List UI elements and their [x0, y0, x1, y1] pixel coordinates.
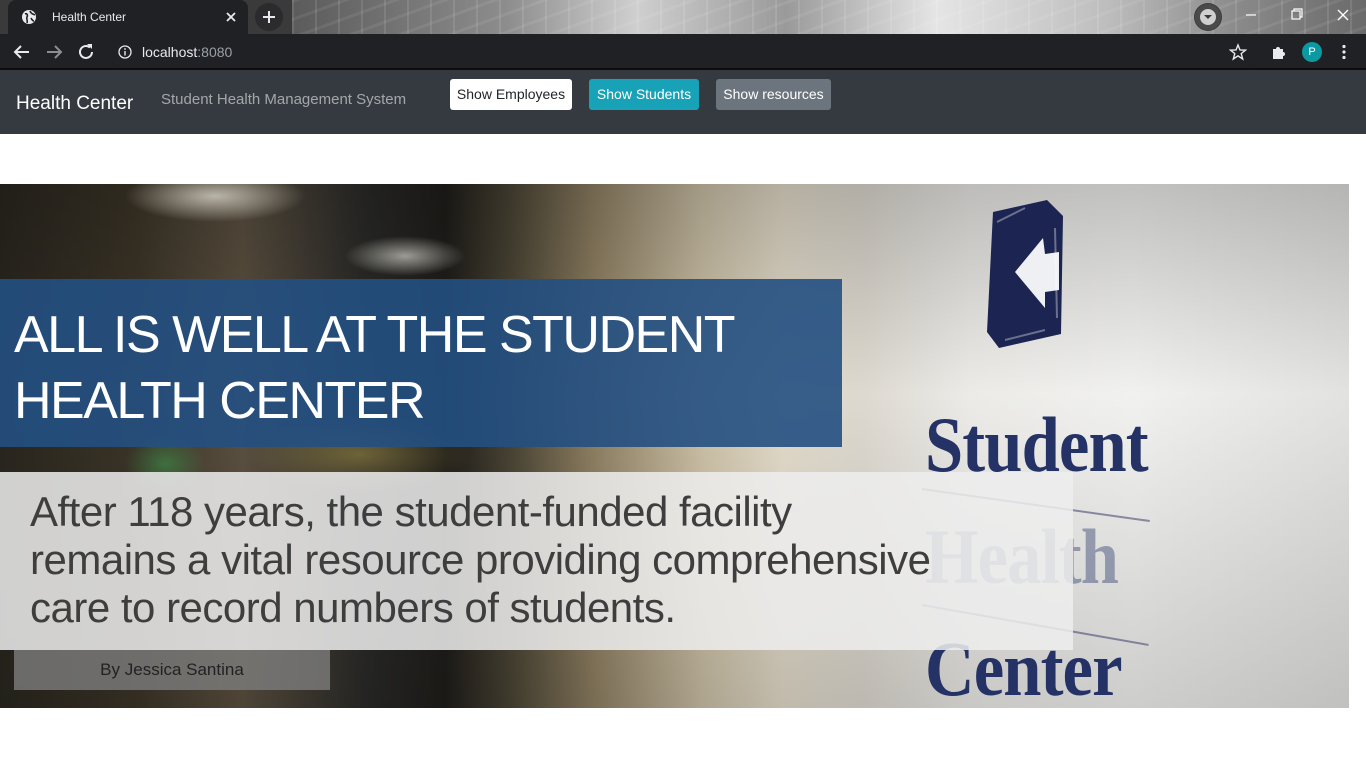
subhead-line: remains a vital resource providing compr… [30, 536, 931, 583]
back-arrow-icon[interactable] [9, 39, 35, 65]
extensions-puzzle-icon[interactable] [1270, 43, 1288, 61]
tab-title: Health Center [52, 10, 127, 24]
browser-titlebar: Health Center [0, 0, 1366, 34]
url-text: localhost:8080 [142, 44, 232, 60]
show-resources-button[interactable]: Show resources [716, 79, 831, 110]
subhead-line: care to record numbers of students. [30, 584, 676, 631]
new-tab-icon[interactable] [255, 3, 283, 31]
site-info-icon[interactable] [118, 45, 132, 59]
hero-subheadline: After 118 years, the student-funded faci… [30, 488, 1070, 632]
minimize-icon[interactable] [1228, 0, 1274, 30]
browser-toolbar: localhost:8080 P [0, 34, 1366, 70]
bookmark-star-icon[interactable] [1229, 43, 1247, 61]
navbar-brand[interactable]: Health Center [16, 92, 133, 116]
tab-search-icon[interactable] [1194, 3, 1222, 31]
profile-avatar[interactable]: P [1302, 42, 1322, 62]
subhead-line: After 118 years, the student-funded faci… [30, 488, 792, 535]
address-bar[interactable]: localhost:8080 [108, 38, 1262, 66]
more-vert-icon[interactable] [1335, 43, 1353, 61]
wall-arrow-sign [987, 200, 1063, 348]
headline-line: ALL IS WELL AT THE STUDENT [14, 306, 736, 364]
show-employees-button[interactable]: Show Employees [450, 79, 572, 110]
browser-tab[interactable]: Health Center [8, 0, 248, 34]
show-students-button[interactable]: Show Students [589, 79, 699, 110]
hero-headline: ALL IS WELL AT THE STUDENT HEALTH CENTER [14, 302, 814, 434]
close-tab-icon[interactable] [222, 8, 240, 26]
url-port: :8080 [197, 44, 233, 60]
globe-icon [22, 10, 36, 24]
hero-banner-image: Student Health Center ALL IS WELL AT THE… [0, 184, 1349, 708]
restore-icon[interactable] [1274, 0, 1320, 30]
url-host: localhost [142, 44, 198, 60]
close-window-icon[interactable] [1320, 0, 1366, 30]
forward-arrow-icon[interactable] [41, 39, 67, 65]
navbar-subtitle: Student Health Management System [161, 91, 407, 108]
reload-icon[interactable] [73, 39, 99, 65]
byline-band: By Jessica Santina [14, 650, 330, 690]
author-byline: By Jessica Santina [100, 660, 244, 679]
headline-line: HEALTH CENTER [14, 372, 426, 430]
